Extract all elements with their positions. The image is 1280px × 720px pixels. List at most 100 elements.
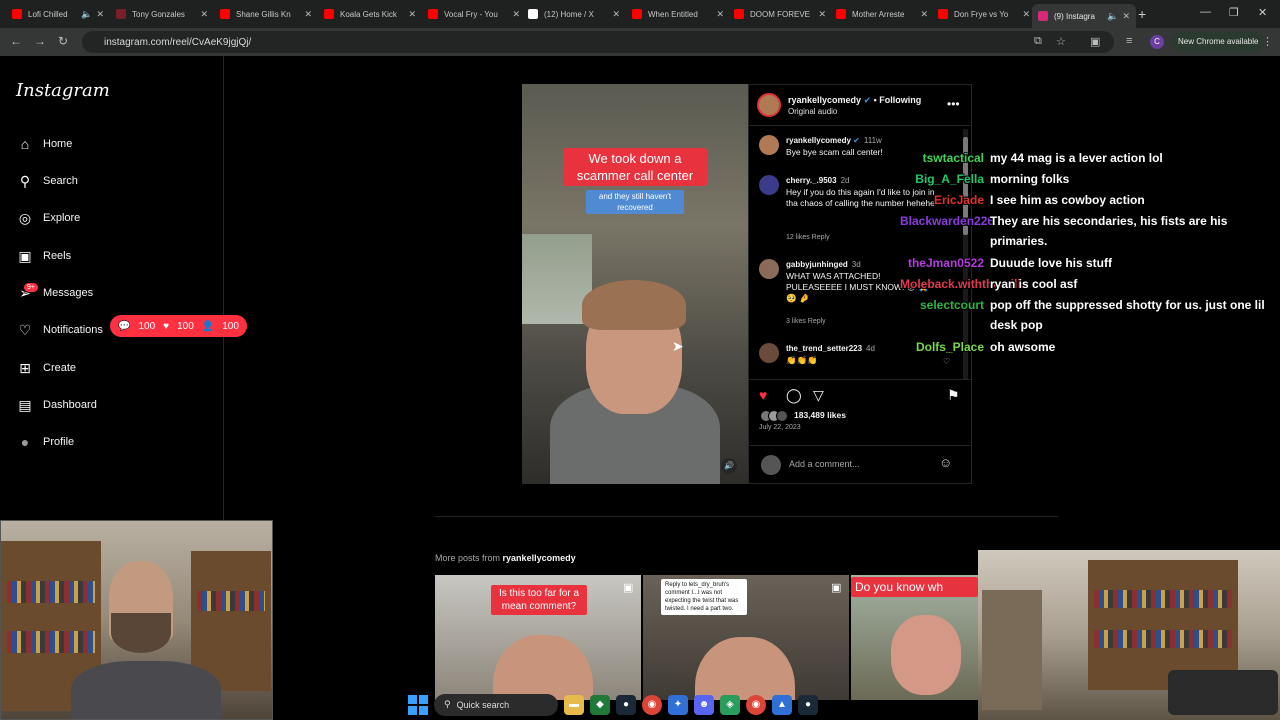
close-tab-icon[interactable]: ✕ — [716, 9, 724, 20]
emoji-icon[interactable]: ☺ — [939, 455, 952, 470]
reading-list-icon[interactable]: ≡ — [1126, 35, 1132, 47]
windows-start-icon[interactable] — [408, 694, 428, 715]
close-tab-icon[interactable]: ✕ — [200, 9, 208, 20]
heart-icon: ♡ — [18, 321, 32, 338]
sidebar-item-home[interactable]: ⌂ Home — [16, 132, 73, 156]
chrome-icon[interactable]: ◉ — [746, 694, 766, 715]
browser-tab[interactable]: Tony Gonzales ✕ — [110, 4, 214, 24]
audio-label[interactable]: Original audio — [788, 107, 837, 116]
more-options-icon[interactable]: ••• — [947, 97, 960, 111]
bookmark-star-icon[interactable]: ☆ — [1056, 35, 1066, 48]
mute-icon[interactable]: 🔈 — [1107, 11, 1118, 22]
close-tab-icon[interactable]: ✕ — [920, 9, 928, 20]
comment-author[interactable]: ryankellycomedy ✔ 111w — [786, 136, 882, 145]
browser-tab-active[interactable]: (9) Instagra 🔈 ✕ — [1032, 4, 1136, 28]
comment-meta[interactable]: 3 likes Reply — [786, 318, 826, 325]
comment-author[interactable]: gabbyjunhinged 3d — [786, 260, 861, 269]
sidebar-item-create[interactable]: ⊞ Create — [16, 356, 76, 380]
close-tab-icon[interactable]: ✕ — [1122, 11, 1130, 22]
taskbar-search[interactable]: ⚲ Quick search — [434, 693, 558, 716]
liker-avatars — [760, 410, 788, 422]
discord-icon[interactable]: ☻ — [694, 694, 714, 715]
new-tab-icon[interactable]: + — [1138, 6, 1146, 22]
sidebar-item-search[interactable]: ⚲ Search — [16, 169, 78, 193]
close-tab-icon[interactable]: ✕ — [304, 9, 312, 20]
address-bar[interactable]: instagram.com/reel/CvAeK9jgjQj/ — [82, 31, 1114, 53]
mute-icon[interactable]: 🔈 — [81, 9, 92, 20]
app-icon[interactable]: ◈ — [720, 694, 740, 715]
menu-kebab-icon[interactable]: ⋮ — [1262, 35, 1273, 48]
profile-avatar-icon: ● — [20, 434, 30, 450]
restore-icon[interactable]: ❐ — [1229, 6, 1239, 19]
close-tab-icon[interactable]: ✕ — [512, 9, 520, 20]
comment-avatar[interactable] — [759, 259, 779, 279]
more-post-thumb[interactable]: Reply to lets_dry_bruh's comment I...I w… — [643, 575, 849, 700]
more-post-thumb[interactable]: Do you know wh — [851, 575, 978, 700]
steam-icon[interactable]: ● — [616, 694, 636, 715]
sidebar-item-explore[interactable]: ◎ Explore — [16, 206, 80, 230]
file-explorer-icon[interactable]: ▬ — [564, 694, 584, 715]
sidebar-item-dashboard[interactable]: ▤ Dashboard — [16, 393, 96, 417]
steam-icon[interactable]: ● — [798, 694, 818, 715]
add-comment-input[interactable]: Add a comment... — [789, 459, 860, 469]
browser-tab[interactable]: Koala Gets Kick ✕ — [318, 4, 422, 24]
app-icon[interactable]: ✦ — [668, 694, 688, 715]
close-tab-icon[interactable]: ✕ — [612, 9, 620, 20]
comment-icon[interactable]: ◯ — [786, 387, 802, 404]
sidebar-item-reels[interactable]: ▣ Reels — [16, 244, 71, 268]
chrome-icon[interactable]: ◉ — [642, 694, 662, 715]
instagram-logo[interactable]: Instagram — [16, 80, 110, 101]
volume-icon[interactable]: 🔊 — [721, 458, 737, 474]
comment-meta[interactable]: 12 likes Reply — [786, 234, 830, 241]
browser-tab[interactable]: Don Frye vs Yo ✕ — [932, 4, 1036, 24]
close-tab-icon[interactable]: ✕ — [408, 9, 416, 20]
back-icon[interactable]: ← — [10, 34, 22, 48]
following-label[interactable]: • Following — [874, 95, 922, 105]
likes-count[interactable]: 183,489 likes — [794, 410, 846, 420]
youtube-icon — [938, 9, 948, 19]
comment-avatar[interactable] — [759, 175, 779, 195]
reel-video[interactable]: We took down a scammer call center and t… — [522, 84, 748, 484]
thumb-caption: Is this too far for a mean comment? — [491, 585, 587, 615]
profile-avatar[interactable]: C — [1150, 35, 1164, 49]
browser-tab[interactable]: Mother Arreste ✕ — [830, 4, 934, 24]
save-bookmark-icon[interactable]: ⚑ — [947, 387, 960, 404]
install-app-icon[interactable]: ⧉ — [1034, 35, 1042, 48]
comment-avatar[interactable] — [759, 343, 779, 363]
comment-avatar[interactable] — [759, 135, 779, 155]
author-username[interactable]: ryankellycomedy — [788, 95, 861, 105]
reload-icon[interactable]: ↻ — [58, 34, 68, 48]
browser-tab[interactable]: Vocal Fry - You ✕ — [422, 4, 526, 24]
x-logo-icon — [528, 9, 538, 19]
close-window-icon[interactable]: ✕ — [1258, 6, 1267, 19]
app-icon[interactable]: ▲ — [772, 694, 792, 715]
windows-taskbar: ⚲ Quick search ▬ ◆ ● ◉ ✦ ☻ ◈ ◉ ▲ ● — [400, 689, 880, 720]
like-comment-icon[interactable]: ♡ — [943, 357, 950, 366]
comment-box-divider — [749, 445, 971, 446]
youtube-icon — [632, 9, 642, 19]
like-heart-icon[interactable]: ♥ — [759, 387, 767, 403]
more-post-thumb[interactable]: Is this too far for a mean comment? ▣ — [435, 575, 641, 700]
share-icon[interactable]: ▽ — [813, 387, 824, 404]
forward-icon[interactable]: → — [34, 34, 46, 48]
comment-author[interactable]: the_trend_setter223 4d — [786, 344, 875, 353]
notifications-summary-pill[interactable]: 💬 100 ♥ 100 👤 100 — [110, 315, 247, 337]
extensions-icon[interactable]: ▣ — [1090, 35, 1100, 48]
browser-tab[interactable]: (12) Home / X ✕ — [522, 4, 626, 24]
sidebar-item-profile[interactable]: ● Profile — [16, 430, 74, 454]
nvidia-icon[interactable]: ◆ — [590, 694, 610, 715]
update-chrome-button[interactable]: New Chrome available — [1172, 32, 1265, 52]
minimize-icon[interactable]: — — [1200, 6, 1211, 18]
browser-tab[interactable]: When Entitled ✕ — [626, 4, 730, 24]
close-tab-icon[interactable]: ✕ — [818, 9, 826, 20]
more-posts-username[interactable]: ryankellycomedy — [503, 553, 576, 563]
thumb-caption: Reply to lets_dry_bruh's comment I...I w… — [661, 579, 747, 615]
browser-tab[interactable]: Lofi Chilled 🔈 ✕ — [6, 4, 110, 24]
browser-tab[interactable]: Shane Gillis Kn ✕ — [214, 4, 318, 24]
sidebar-item-notifications[interactable]: ♡ Notifications — [16, 318, 103, 342]
close-tab-icon[interactable]: ✕ — [96, 9, 104, 20]
author-avatar[interactable] — [757, 93, 781, 117]
close-tab-icon[interactable]: ✕ — [1022, 9, 1030, 20]
comment-author[interactable]: cherry._.9503 2d — [786, 176, 849, 185]
browser-tab[interactable]: DOOM FOREVE ✕ — [728, 4, 832, 24]
